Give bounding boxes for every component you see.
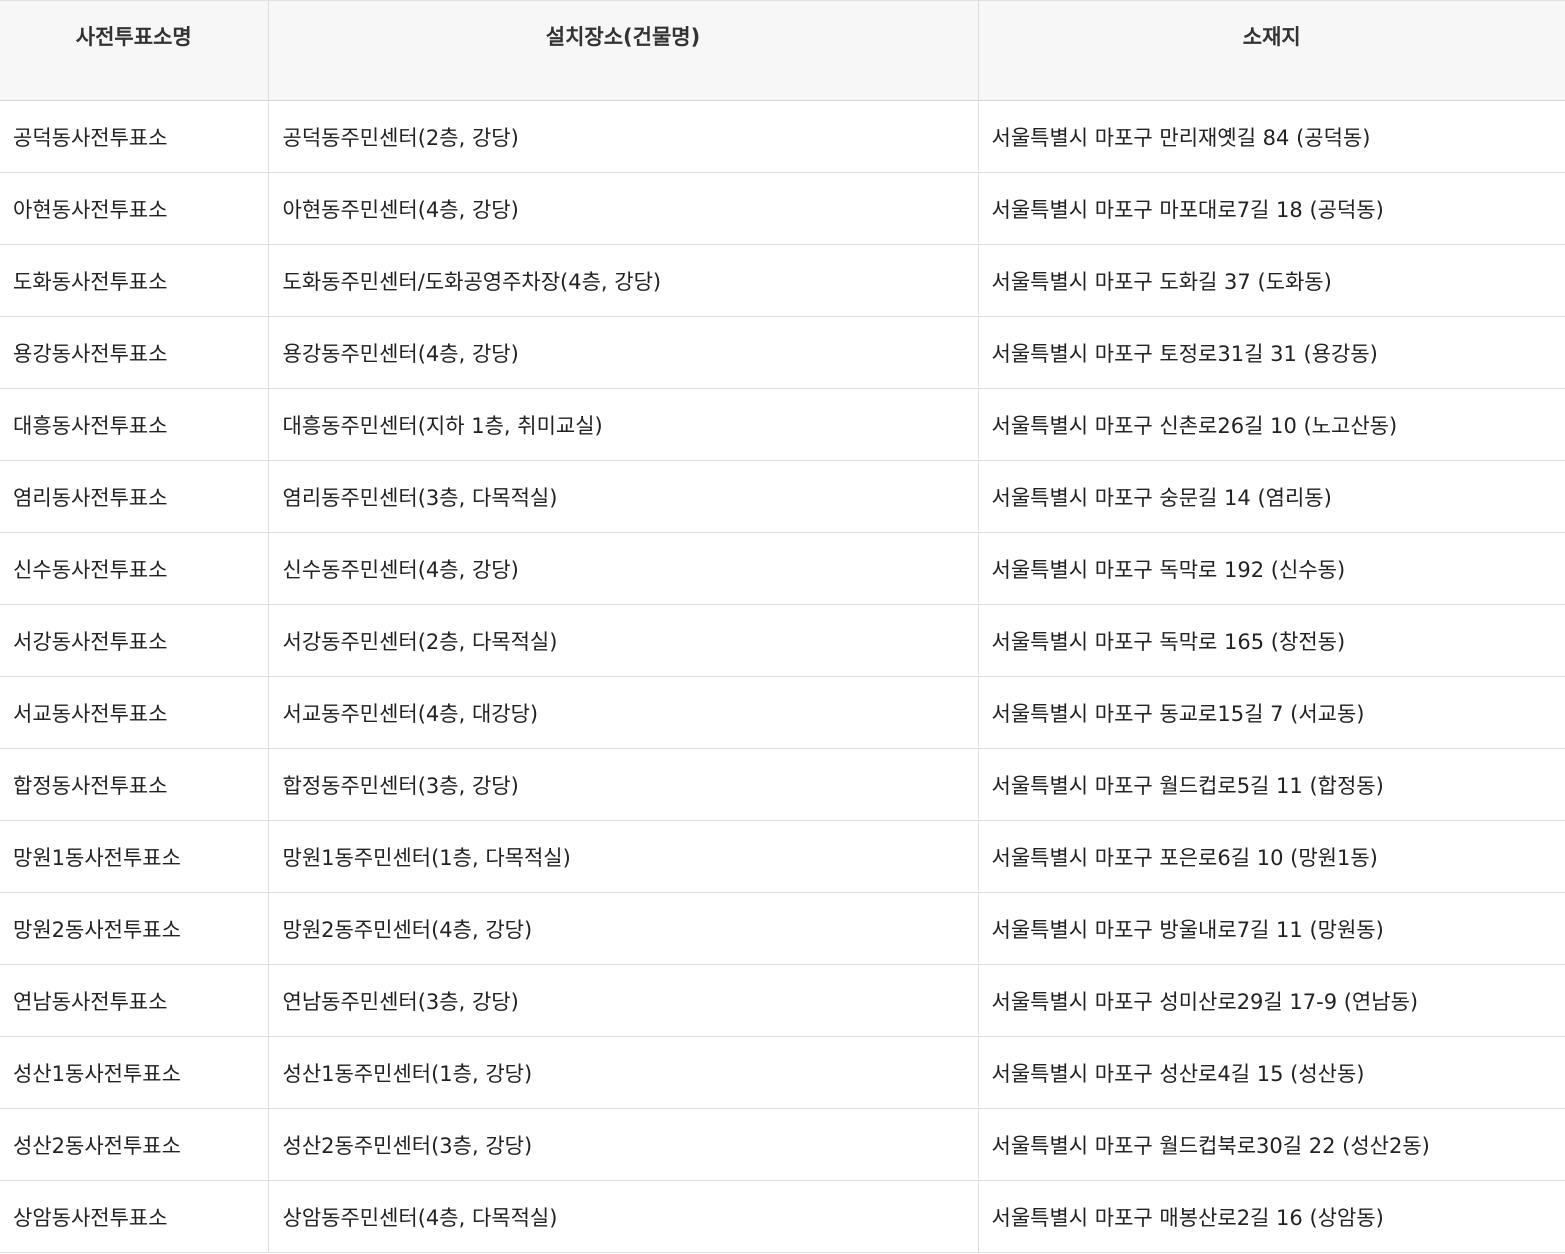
- table-row: 도화동사전투표소 도화동주민센터/도화공영주차장(4층, 강당) 서울특별시 마포구…: [0, 244, 1565, 317]
- header-building: 설치장소(건물명): [267, 0, 978, 101]
- table-row: 합정동사전투표소 합정동주민센터(3층, 강당) 서울특별시 마포구 월드컵로5길 …: [0, 748, 1565, 821]
- table-header: 사전투표소명 설치장소(건물명) 소재지: [0, 0, 1565, 101]
- station-name-cell: 서강동사전투표소: [0, 604, 268, 677]
- station-name-cell: 상암동사전투표소: [0, 1180, 268, 1253]
- address-cell: 서울특별시 마포구 토정로31길 31 (용강동): [977, 316, 1565, 389]
- table-row: 염리동사전투표소 염리동주민센터(3층, 다목적실) 서울특별시 마포구 숭문길 1…: [0, 460, 1565, 533]
- building-cell: 성산1동주민센터(1층, 강당): [267, 1036, 978, 1109]
- station-name-cell: 대흥동사전투표소: [0, 388, 268, 461]
- address-cell: 서울특별시 마포구 만리재옛길 84 (공덕동): [977, 100, 1565, 173]
- address-cell: 서울특별시 마포구 숭문길 14 (염리동): [977, 460, 1565, 533]
- table-row: 공덕동사전투표소 공덕동주민센터(2층, 강당) 서울특별시 마포구 만리재옛길 8…: [0, 100, 1565, 173]
- station-name-cell: 성산1동사전투표소: [0, 1036, 268, 1109]
- address-cell: 서울특별시 마포구 월드컵북로30길 22 (성산2동): [977, 1108, 1565, 1181]
- address-cell: 서울특별시 마포구 독막로 192 (신수동): [977, 532, 1565, 605]
- station-name-cell: 서교동사전투표소: [0, 676, 268, 749]
- address-cell: 서울특별시 마포구 포은로6길 10 (망원1동): [977, 820, 1565, 893]
- building-cell: 연남동주민센터(3층, 강당): [267, 964, 978, 1037]
- station-name-cell: 신수동사전투표소: [0, 532, 268, 605]
- table-row: 망원1동사전투표소 망원1동주민센터(1층, 다목적실) 서울특별시 마포구 포은로…: [0, 820, 1565, 893]
- building-cell: 아현동주민센터(4층, 강당): [267, 172, 978, 245]
- station-name-cell: 망원2동사전투표소: [0, 892, 268, 965]
- address-cell: 서울특별시 마포구 매봉산로2길 16 (상암동): [977, 1180, 1565, 1253]
- building-cell: 합정동주민센터(3층, 강당): [267, 748, 978, 821]
- table-row: 성산1동사전투표소 성산1동주민센터(1층, 강당) 서울특별시 마포구 성산로4길…: [0, 1036, 1565, 1109]
- building-cell: 망원2동주민센터(4층, 강당): [267, 892, 978, 965]
- address-cell: 서울특별시 마포구 동교로15길 7 (서교동): [977, 676, 1565, 749]
- address-cell: 서울특별시 마포구 신촌로26길 10 (노고산동): [977, 388, 1565, 461]
- station-name-cell: 망원1동사전투표소: [0, 820, 268, 893]
- table-row: 성산2동사전투표소 성산2동주민센터(3층, 강당) 서울특별시 마포구 월드컵북로…: [0, 1108, 1565, 1181]
- building-cell: 용강동주민센터(4층, 강당): [267, 316, 978, 389]
- address-cell: 서울특별시 마포구 도화길 37 (도화동): [977, 244, 1565, 317]
- address-cell: 서울특별시 마포구 성산로4길 15 (성산동): [977, 1036, 1565, 1109]
- header-row: 사전투표소명 설치장소(건물명) 소재지: [0, 0, 1565, 101]
- header-address: 소재지: [977, 0, 1565, 101]
- building-cell: 서강동주민센터(2층, 다목적실): [267, 604, 978, 677]
- station-name-cell: 아현동사전투표소: [0, 172, 268, 245]
- address-cell: 서울특별시 마포구 성미산로29길 17-9 (연남동): [977, 964, 1565, 1037]
- building-cell: 성산2동주민센터(3층, 강당): [267, 1108, 978, 1181]
- station-name-cell: 공덕동사전투표소: [0, 100, 268, 173]
- address-cell: 서울특별시 마포구 방울내로7길 11 (망원동): [977, 892, 1565, 965]
- table-row: 아현동사전투표소 아현동주민센터(4층, 강당) 서울특별시 마포구 마포대로7길 …: [0, 172, 1565, 245]
- address-cell: 서울특별시 마포구 마포대로7길 18 (공덕동): [977, 172, 1565, 245]
- building-cell: 서교동주민센터(4층, 대강당): [267, 676, 978, 749]
- table-row: 용강동사전투표소 용강동주민센터(4층, 강당) 서울특별시 마포구 토정로31길 …: [0, 316, 1565, 389]
- station-name-cell: 용강동사전투표소: [0, 316, 268, 389]
- address-cell: 서울특별시 마포구 월드컵로5길 11 (합정동): [977, 748, 1565, 821]
- address-cell: 서울특별시 마포구 독막로 165 (창전동): [977, 604, 1565, 677]
- building-cell: 도화동주민센터/도화공영주차장(4층, 강당): [267, 244, 978, 317]
- station-name-cell: 염리동사전투표소: [0, 460, 268, 533]
- table-row: 상암동사전투표소 상암동주민센터(4층, 다목적실) 서울특별시 마포구 매봉산로2…: [0, 1180, 1565, 1253]
- building-cell: 대흥동주민센터(지하 1층, 취미교실): [267, 388, 978, 461]
- polling-station-table: 사전투표소명 설치장소(건물명) 소재지 공덕동사전투표소 공덕동주민센터(2층,…: [0, 0, 1565, 1253]
- table-row: 서교동사전투표소 서교동주민센터(4층, 대강당) 서울특별시 마포구 동교로15길…: [0, 676, 1565, 749]
- building-cell: 염리동주민센터(3층, 다목적실): [267, 460, 978, 533]
- building-cell: 상암동주민센터(4층, 다목적실): [267, 1180, 978, 1253]
- building-cell: 공덕동주민센터(2층, 강당): [267, 100, 978, 173]
- header-station-name: 사전투표소명: [0, 0, 268, 101]
- station-name-cell: 성산2동사전투표소: [0, 1108, 268, 1181]
- table-row: 연남동사전투표소 연남동주민센터(3층, 강당) 서울특별시 마포구 성미산로29길…: [0, 964, 1565, 1037]
- table-row: 서강동사전투표소 서강동주민센터(2층, 다목적실) 서울특별시 마포구 독막로 1…: [0, 604, 1565, 677]
- building-cell: 망원1동주민센터(1층, 다목적실): [267, 820, 978, 893]
- station-name-cell: 연남동사전투표소: [0, 964, 268, 1037]
- table-row: 신수동사전투표소 신수동주민센터(4층, 강당) 서울특별시 마포구 독막로 192…: [0, 532, 1565, 605]
- table-row: 대흥동사전투표소 대흥동주민센터(지하 1층, 취미교실) 서울특별시 마포구 신촌…: [0, 388, 1565, 461]
- station-name-cell: 합정동사전투표소: [0, 748, 268, 821]
- table-body: 공덕동사전투표소 공덕동주민센터(2층, 강당) 서울특별시 마포구 만리재옛길 8…: [0, 100, 1565, 1253]
- station-name-cell: 도화동사전투표소: [0, 244, 268, 317]
- table-row: 망원2동사전투표소 망원2동주민센터(4층, 강당) 서울특별시 마포구 방울내로7…: [0, 892, 1565, 965]
- building-cell: 신수동주민센터(4층, 강당): [267, 532, 978, 605]
